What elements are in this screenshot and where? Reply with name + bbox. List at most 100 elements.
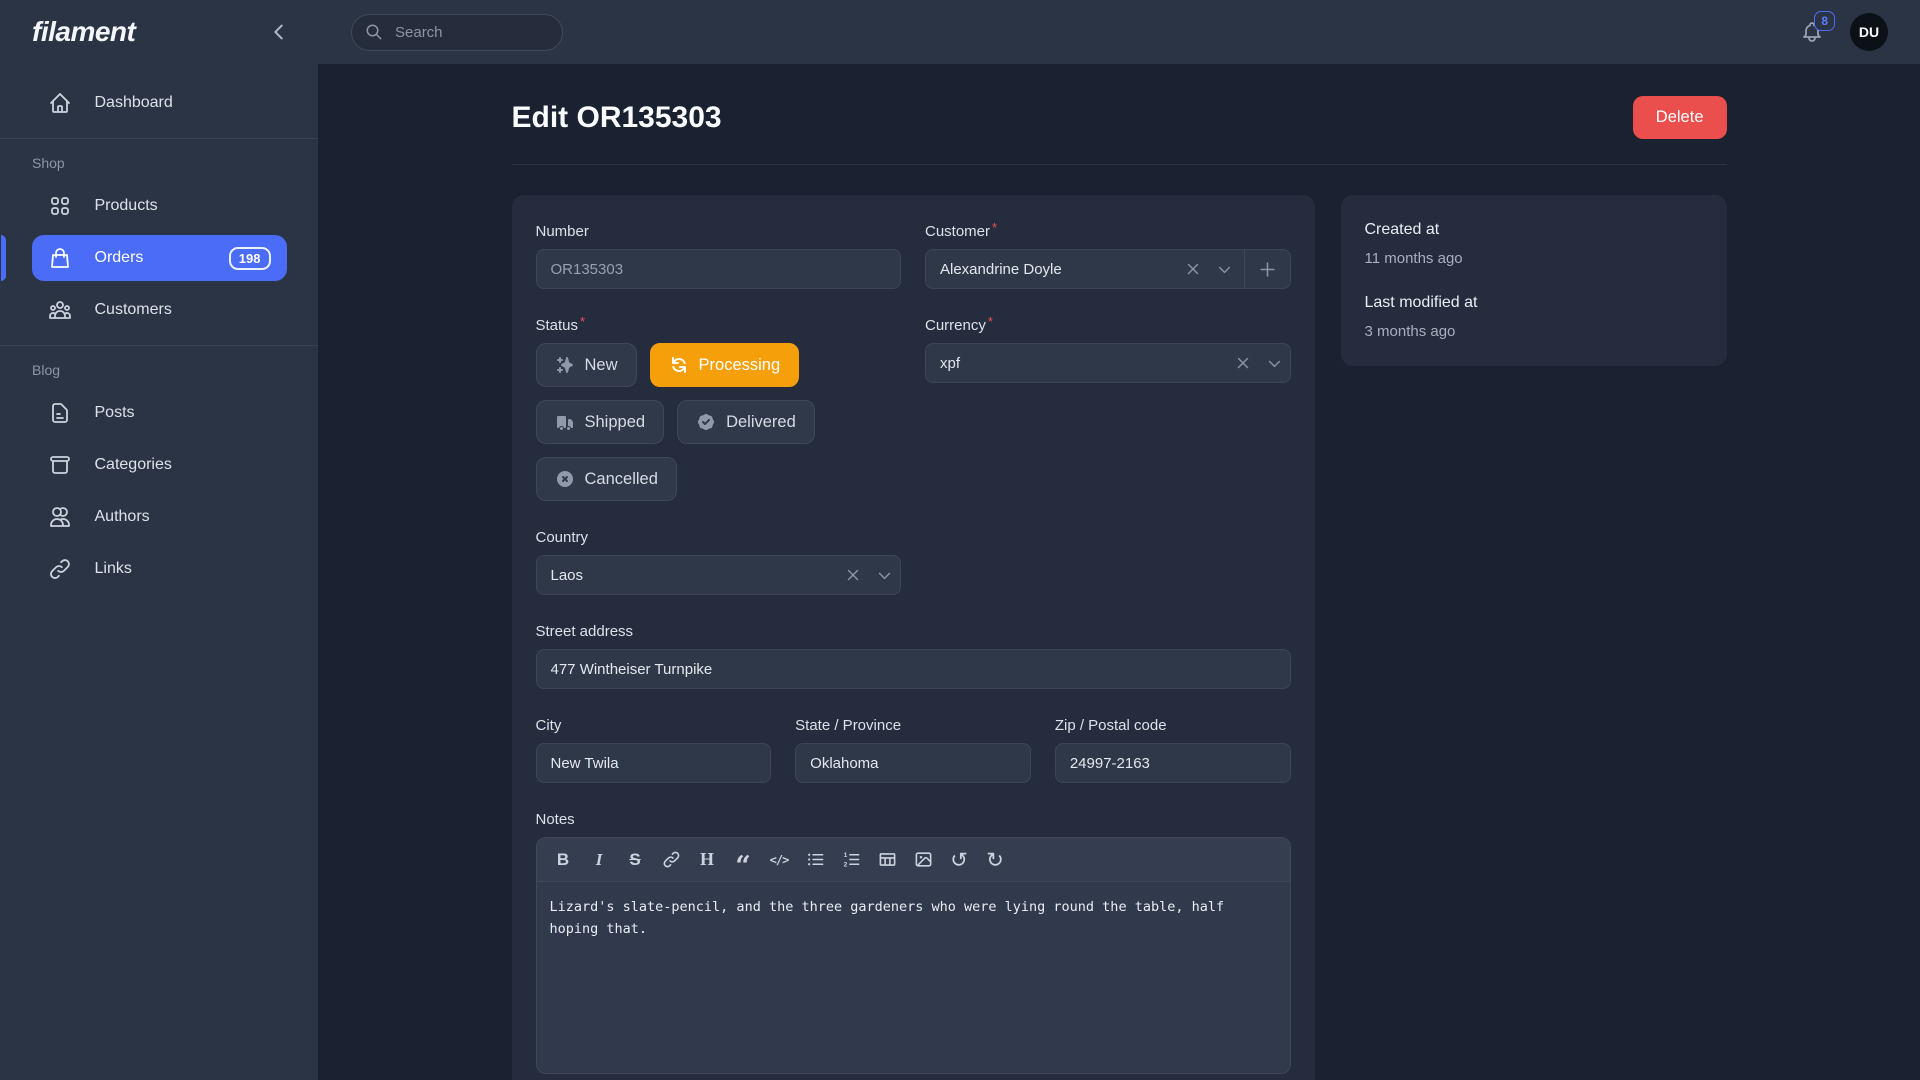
bold-icon[interactable]: B [550,845,577,875]
created-at-value: 11 months ago [1365,250,1703,267]
blockquote-icon[interactable]: “ [730,845,757,875]
status-option-processing[interactable]: Processing [650,343,800,387]
street-address-input[interactable] [536,649,1291,689]
country-clear-button[interactable] [837,556,869,594]
status-option-delivered[interactable]: Delivered [677,400,815,444]
link-icon[interactable] [658,845,685,875]
redo-icon[interactable]: ↻ [982,845,1009,875]
currency-clear-button[interactable] [1227,344,1259,382]
svg-text:2: 2 [843,862,847,869]
sidebar-collapse-button[interactable] [264,17,294,47]
notes-content[interactable]: Lizard's slate-pencil, and the three gar… [537,882,1290,1073]
field-status: Status * New Processing [536,317,902,501]
orders-count-badge: 198 [229,247,271,270]
image-icon[interactable] [910,845,937,875]
shopping-bag-icon [48,246,72,270]
sidebar-item-label: Products [95,197,158,215]
sparkles-icon [555,355,575,375]
number-input[interactable] [536,249,902,289]
sidebar-group-blog: Blog [32,362,318,378]
brand-area: filament [0,16,318,48]
sidebar-item-authors[interactable]: Authors [32,494,287,540]
code-icon[interactable]: </> [766,845,793,875]
required-asterisk: * [988,315,993,328]
sidebar-item-customers[interactable]: Customers [32,287,287,333]
notifications-count-badge: 8 [1814,11,1835,31]
sidebar-item-label: Links [95,560,132,578]
order-form-card: Number Customer * Alexandrine Doyle [512,195,1315,1080]
user-group-icon [48,298,72,322]
user-avatar[interactable]: DU [1850,13,1888,51]
status-label: Status [536,317,579,334]
currency-selected-value: xpf [926,355,1227,372]
field-number: Number [536,223,902,289]
status-option-shipped[interactable]: Shipped [536,400,665,444]
state-label: State / Province [795,717,901,734]
state-input[interactable] [795,743,1031,783]
home-icon [48,91,72,115]
x-circle-icon [555,469,575,489]
sidebar-item-label: Dashboard [95,94,173,112]
sidebar-item-links[interactable]: Links [32,546,287,592]
record-meta-card: Created at 11 months ago Last modified a… [1341,195,1727,366]
truck-icon [555,412,575,432]
italic-icon[interactable]: I [586,845,613,875]
country-selected-value: Laos [537,567,837,584]
global-search[interactable] [351,14,563,51]
zip-label: Zip / Postal code [1055,717,1167,734]
app-logo: filament [32,16,135,48]
badge-check-icon [696,412,716,432]
sidebar-item-label: Customers [95,301,172,319]
street-address-label: Street address [536,623,634,640]
customer-label: Customer [925,223,990,240]
sidebar-divider [0,345,318,346]
sidebar-item-label: Authors [95,508,150,526]
x-icon [1234,354,1252,372]
delete-button[interactable]: Delete [1633,96,1727,139]
status-option-new[interactable]: New [536,343,637,387]
svg-text:1: 1 [843,852,847,859]
page-header: Edit OR135303 Delete [512,96,1727,139]
field-customer: Customer * Alexandrine Doyle [925,223,1291,289]
customer-clear-button[interactable] [1177,250,1209,288]
page-title: Edit OR135303 [512,101,722,135]
undo-icon[interactable]: ↺ [946,845,973,875]
sidebar-item-dashboard[interactable]: Dashboard [32,80,287,126]
field-street-address: Street address [536,623,1291,689]
search-input[interactable] [393,23,549,42]
chevron-down-icon [869,556,900,594]
rich-text-editor: B I S H “ </> [536,837,1291,1074]
ordered-list-icon[interactable]: 12 [838,845,865,875]
sidebar-item-orders[interactable]: Orders 198 [32,235,287,281]
sidebar-item-label: Categories [95,456,172,474]
status-option-label: Delivered [726,413,796,432]
strikethrough-icon[interactable]: S [622,845,649,875]
currency-select[interactable]: xpf [925,343,1291,383]
customer-select[interactable]: Alexandrine Doyle [925,249,1291,289]
sidebar-item-products[interactable]: Products [32,183,287,229]
x-icon [844,566,862,584]
city-input[interactable] [536,743,772,783]
created-at-block: Created at 11 months ago [1365,221,1703,267]
number-label: Number [536,223,589,240]
currency-label: Currency [925,317,986,334]
table-icon[interactable] [874,845,901,875]
sidebar-item-categories[interactable]: Categories [32,442,287,488]
arrows-circular-icon [669,355,689,375]
bullet-list-icon[interactable] [802,845,829,875]
field-zip: Zip / Postal code [1055,717,1291,783]
main-content: Edit OR135303 Delete Number Customer * [318,64,1920,1080]
heading-icon[interactable]: H [694,845,721,875]
zip-input[interactable] [1055,743,1291,783]
field-state: State / Province [795,717,1031,783]
status-option-cancelled[interactable]: Cancelled [536,457,677,501]
sidebar-item-posts[interactable]: Posts [32,390,287,436]
notifications-button[interactable]: 8 [1800,20,1824,44]
notes-label: Notes [536,811,575,828]
field-country: Country Laos [536,529,901,595]
create-customer-button[interactable] [1244,250,1290,288]
last-modified-value: 3 months ago [1365,323,1703,340]
editor-toolbar: B I S H “ </> [537,838,1290,882]
country-select[interactable]: Laos [536,555,901,595]
country-label: Country [536,529,589,546]
